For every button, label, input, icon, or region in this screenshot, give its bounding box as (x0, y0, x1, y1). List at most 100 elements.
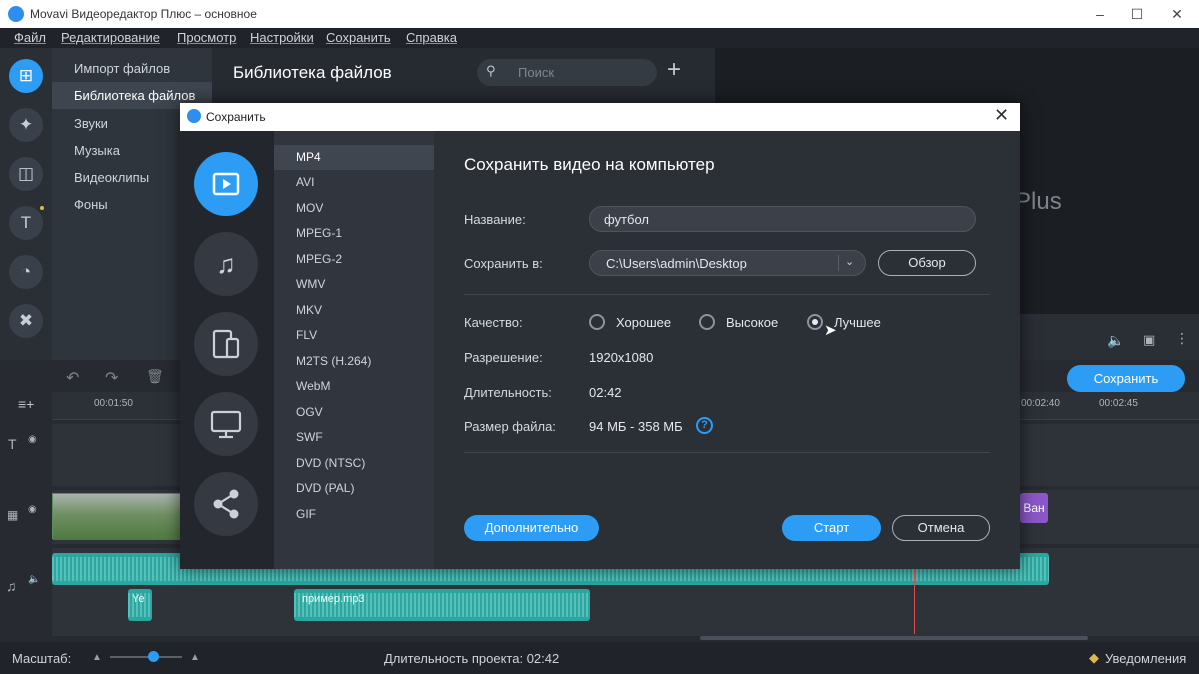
video-clip[interactable] (52, 493, 181, 540)
volume-icon[interactable]: 🔈 (1107, 332, 1124, 349)
close-window-icon[interactable]: ✕ (1157, 0, 1197, 28)
zoom-in-icon[interactable]: ▲ (190, 652, 200, 663)
maximize-icon[interactable]: ☐ (1117, 0, 1157, 28)
audio-clip-mp3[interactable]: пример.mp3 (294, 589, 590, 621)
mouse-cursor-icon: ➤ (824, 322, 837, 339)
close-icon[interactable]: ✕ (994, 105, 1009, 126)
menu-help[interactable]: Справка (406, 30, 457, 45)
format-item[interactable]: AVI (274, 170, 434, 195)
dialog-titlebar: Сохранить ✕ (180, 103, 1020, 131)
quality-best-label[interactable]: Лучшее (834, 315, 881, 330)
tool-rail: ⊞ ✦ ◫ T ◔ ✖ (0, 48, 52, 360)
duration-label: Длительность: (464, 385, 552, 400)
title-track-icon: T (8, 436, 17, 452)
quality-good-radio[interactable] (589, 314, 605, 330)
advanced-button[interactable]: Дополнительно (464, 515, 599, 541)
stickers-icon[interactable]: ◔ (9, 255, 43, 289)
volume-icon[interactable]: 🔈 (28, 574, 40, 585)
app-logo-icon (8, 6, 24, 22)
transitions-icon[interactable]: ◫ (9, 157, 43, 191)
quality-high-radio[interactable] (699, 314, 715, 330)
zoom-out-icon[interactable]: ▲ (92, 652, 102, 663)
notifications-link[interactable]: Уведомления (1105, 651, 1186, 666)
add-track-icon[interactable]: ≡+ (18, 396, 34, 412)
bell-icon: ◆ (1089, 650, 1099, 665)
titles-icon[interactable]: T (9, 206, 43, 240)
dialog-title: Сохранить (206, 110, 266, 124)
format-item[interactable]: DVD (PAL) (274, 476, 434, 501)
filesize-label: Размер файла: (464, 419, 556, 434)
format-item[interactable]: WMV (274, 272, 434, 297)
video-file-icon[interactable] (194, 152, 258, 216)
zoom-slider-handle[interactable] (148, 651, 159, 662)
devices-icon[interactable] (194, 312, 258, 376)
add-icon[interactable]: + (667, 58, 681, 82)
format-item[interactable]: MKV (274, 298, 434, 323)
quality-good-label[interactable]: Хорошее (616, 315, 671, 330)
help-icon[interactable]: ? (696, 417, 713, 434)
import-icon[interactable]: ⊞ (9, 59, 43, 93)
menu-save[interactable]: Сохранить (326, 30, 391, 45)
eye-icon[interactable]: ◉ (28, 504, 37, 515)
save-dialog: Сохранить ✕ ♫ MP4 AVI MOV MPEG-1 MPEG-2 … (180, 103, 1020, 569)
chevron-down-icon: ⌄ (845, 256, 855, 268)
browse-button[interactable]: Обзор (878, 250, 976, 276)
tools-icon[interactable]: ✖ (9, 304, 43, 338)
window-titlebar: Movavi Видеоредактор Плюс – основное – ☐… (0, 0, 1199, 28)
quality-best-radio[interactable] (807, 314, 823, 330)
format-item[interactable]: MP4 (274, 145, 434, 170)
resolution-label: Разрешение: (464, 350, 543, 365)
quality-label: Качество: (464, 315, 523, 330)
save-button[interactable]: Сохранить (1067, 365, 1185, 392)
ruler-label: 00:01:50 (94, 398, 133, 409)
purple-clip[interactable]: Ван (1020, 493, 1048, 523)
format-item[interactable]: MPEG-2 (274, 247, 434, 272)
format-item[interactable]: SWF (274, 425, 434, 450)
export-settings: Сохранить видео на компьютер Название: ф… (434, 131, 1020, 569)
quality-high-label[interactable]: Высокое (726, 315, 778, 330)
dialog-heading: Сохранить видео на компьютер (464, 155, 715, 174)
sidemenu-import[interactable]: Импорт файлов (52, 55, 212, 82)
more-icon[interactable]: ⋮ (1175, 330, 1189, 347)
filesize-value: 94 МБ - 358 МБ (589, 419, 683, 434)
format-item[interactable]: M2TS (H.264) (274, 349, 434, 374)
magic-wand-icon[interactable]: ✦ (9, 108, 43, 142)
audio-clip-small[interactable]: Ye (128, 589, 152, 621)
cancel-button[interactable]: Отмена (892, 515, 990, 541)
save-to-select[interactable]: C:\Users\admin\Desktop ⌄ (589, 250, 866, 276)
menu-file[interactable]: Файл (14, 30, 46, 45)
format-item[interactable]: WebM (274, 374, 434, 399)
undo-icon[interactable]: ↶ (66, 368, 79, 388)
start-button[interactable]: Старт (782, 515, 881, 541)
format-item[interactable]: FLV (274, 323, 434, 348)
ruler-label: 00:02:45 (1099, 398, 1138, 409)
project-duration: Длительность проекта: 02:42 (384, 651, 560, 666)
zoom-slider-track[interactable] (110, 656, 182, 658)
search-placeholder: Поиск (518, 65, 555, 80)
monitor-icon[interactable] (194, 392, 258, 456)
library-search[interactable]: ⚲ Поиск (477, 59, 657, 86)
eye-icon[interactable]: ◉ (28, 434, 37, 445)
menu-edit[interactable]: Редактирование (61, 30, 160, 45)
resolution-value: 1920x1080 (589, 350, 654, 365)
name-field[interactable]: футбол (589, 206, 976, 232)
menu-view[interactable]: Просмотр (177, 30, 236, 45)
menu-settings[interactable]: Настройки (250, 30, 314, 45)
format-item[interactable]: DVD (NTSC) (274, 451, 434, 476)
export-category-rail: ♫ (180, 131, 274, 569)
format-item[interactable]: MPEG-1 (274, 221, 434, 246)
delete-icon[interactable]: 🗑 (146, 368, 164, 385)
video-track-icon: ▦ (7, 508, 19, 522)
minimize-icon[interactable]: – (1080, 0, 1120, 28)
duration-value: 02:42 (589, 385, 622, 400)
preview-ghost-text: Plus (1015, 188, 1062, 215)
camera-icon[interactable]: ▣ (1143, 332, 1155, 348)
redo-icon[interactable]: ↷ (105, 368, 118, 388)
format-item[interactable]: OGV (274, 400, 434, 425)
divider (464, 452, 990, 453)
music-note-icon[interactable]: ♫ (194, 232, 258, 296)
timeline-scrollbar[interactable] (700, 636, 1088, 640)
format-item[interactable]: MOV (274, 196, 434, 221)
share-icon[interactable] (194, 472, 258, 536)
format-item[interactable]: GIF (274, 502, 434, 527)
